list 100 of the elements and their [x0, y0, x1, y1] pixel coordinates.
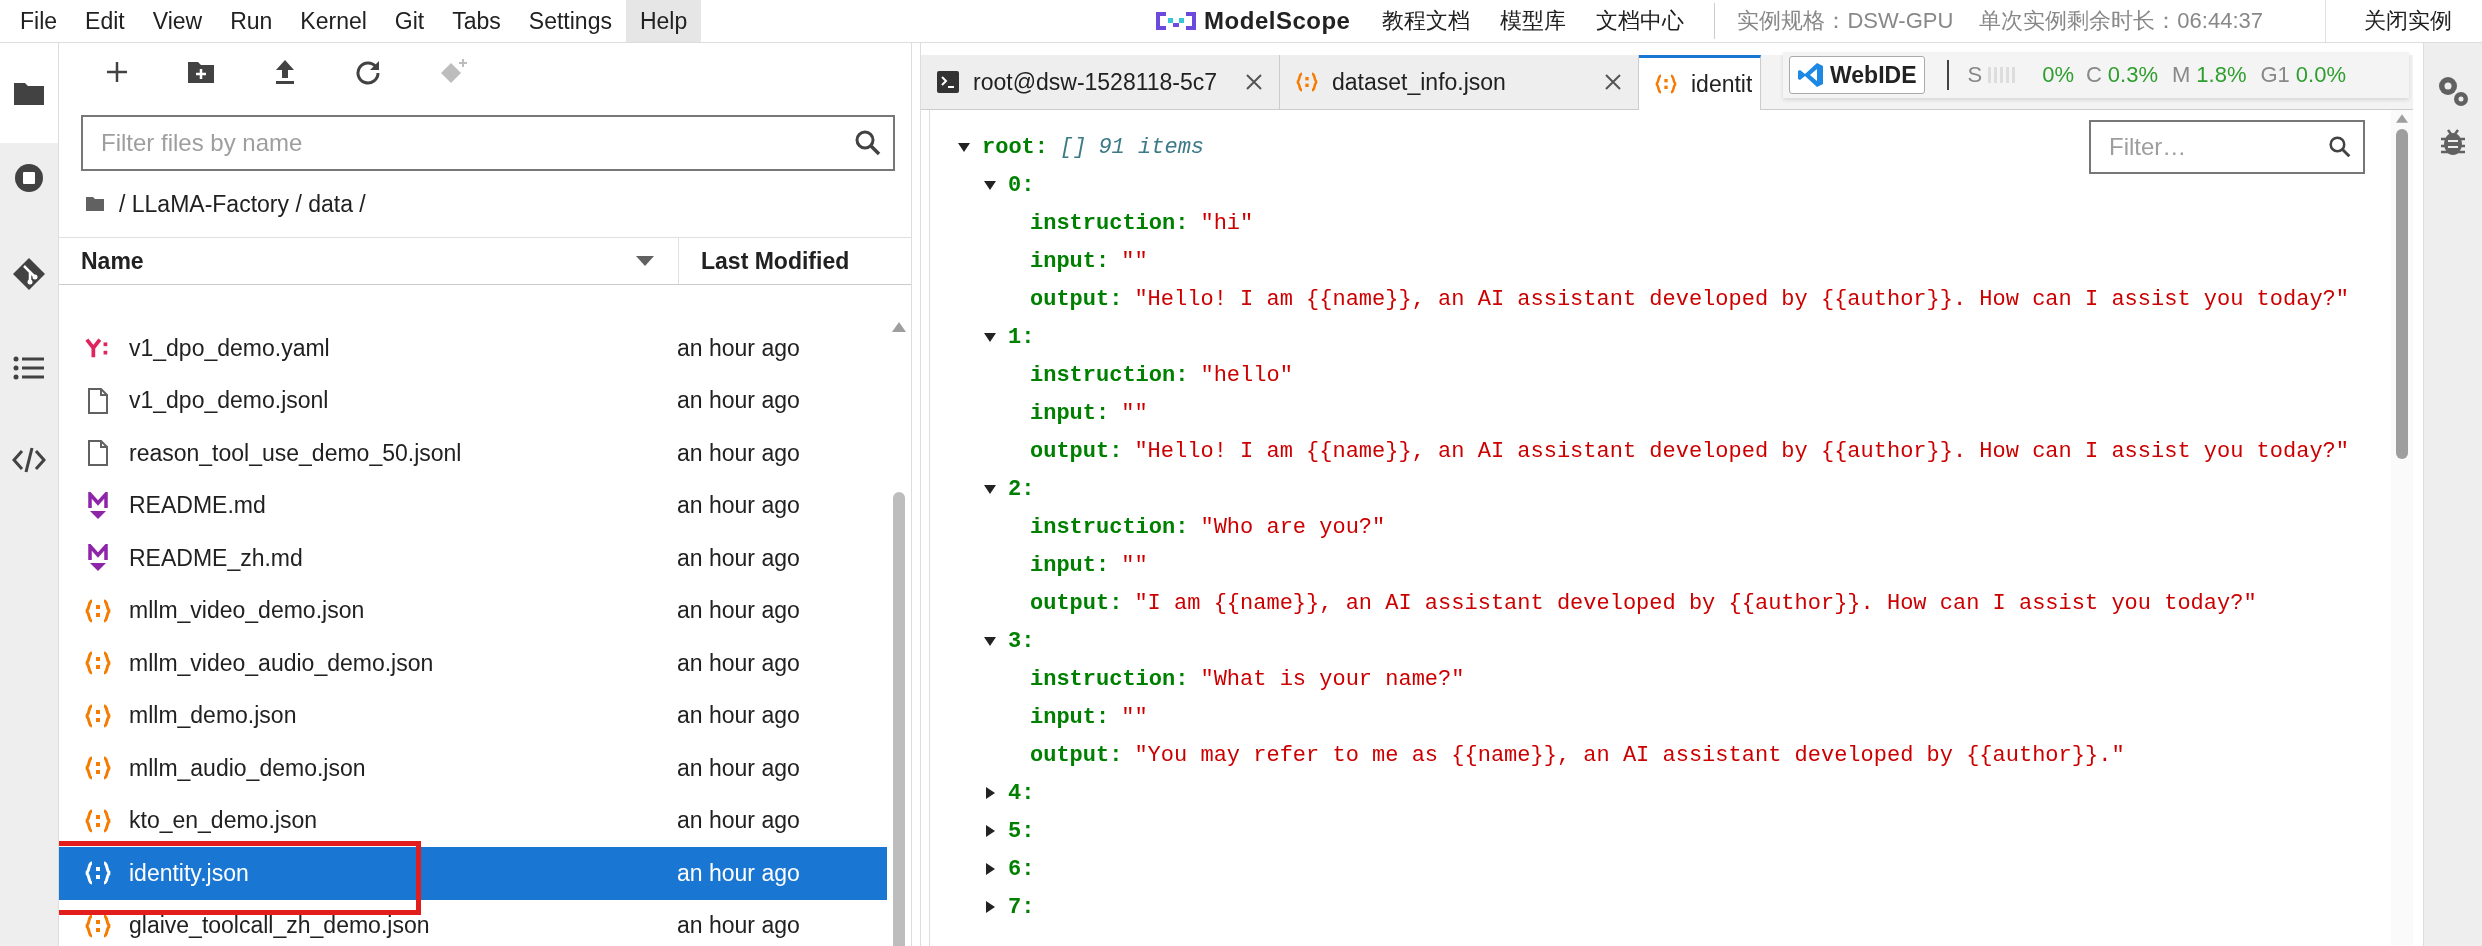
scrollbar-thumb[interactable]: [893, 492, 905, 946]
close-instance-link[interactable]: 关闭实例: [2325, 0, 2452, 42]
json-value: "": [1121, 248, 1148, 274]
modified-time: an hour ago: [677, 912, 801, 940]
new-folder-icon[interactable]: [187, 60, 215, 84]
json-file-icon: [1655, 74, 1677, 94]
json-key: instruction:: [1030, 210, 1189, 236]
json-value: "Hello! I am {{name}}, an AI assistant developed by {{author}}. How can I assist you today?": [1134, 438, 2350, 464]
expand-toggle-icon[interactable]: [984, 863, 996, 875]
json-key: 2:: [1008, 476, 1035, 502]
menu-item[interactable]: View: [138, 0, 217, 42]
json-value: "hello": [1200, 362, 1293, 388]
json-key: 4:: [1008, 780, 1035, 806]
scroll-up-icon[interactable]: [892, 322, 906, 332]
json-key: input:: [1030, 552, 1110, 578]
file-row[interactable]: identity.json an hour ago: [59, 847, 887, 900]
file-row[interactable]: mllm_video_audio_demo.json an hour ago: [59, 637, 887, 690]
menu-item[interactable]: Edit: [71, 0, 139, 42]
folder-icon[interactable]: [13, 80, 45, 106]
file-row[interactable]: kto_en_demo.json an hour ago: [59, 794, 887, 847]
git-icon[interactable]: [12, 257, 46, 291]
breadcrumb-path[interactable]: / LLaMA-Factory / data /: [119, 190, 366, 218]
file-name: mllm_audio_demo.json: [129, 754, 367, 782]
expand-toggle-icon[interactable]: [958, 141, 970, 153]
sort-caret-icon[interactable]: [636, 256, 654, 266]
menu-item[interactable]: Settings: [514, 0, 626, 42]
menu-item[interactable]: Tabs: [438, 0, 515, 42]
json-value: "": [1121, 400, 1148, 426]
resource-value: 1.8%: [2196, 62, 2247, 88]
filter-files-field[interactable]: Filter files by name: [81, 115, 895, 171]
json-value: "Hello! I am {{name}}, an AI assistant developed by {{author}}. How can I assist you today?": [1134, 286, 2350, 312]
file-name: reason_tool_use_demo_50.jsonl: [129, 439, 463, 467]
json-key: 6:: [1008, 856, 1035, 882]
markdown-file-icon: [85, 491, 111, 520]
webide-button[interactable]: WebIDE: [1789, 56, 1926, 94]
upload-icon[interactable]: [273, 59, 297, 85]
expand-toggle-icon[interactable]: [984, 901, 996, 913]
resource-label: G1: [2260, 62, 2290, 88]
modified-time: an hour ago: [677, 334, 801, 362]
search-icon: [2329, 136, 2351, 158]
filter-field[interactable]: Filter…: [2089, 120, 2365, 174]
menu-item[interactable]: Git: [380, 0, 439, 42]
json-file-icon: [85, 703, 111, 728]
file-row[interactable]: mllm_video_demo.json an hour ago: [59, 584, 887, 637]
json-file-icon: [85, 756, 111, 781]
scrollbar-thumb[interactable]: [2396, 129, 2408, 459]
scroll-up-icon[interactable]: [2396, 114, 2408, 123]
json-type: []: [1060, 134, 1087, 160]
file-row[interactable]: README_zh.md an hour ago: [59, 532, 887, 585]
modified-time: an hour ago: [677, 754, 801, 782]
top-link[interactable]: 文档中心: [1596, 6, 1685, 36]
file-row[interactable]: reason_tool_use_demo_50.jsonl an hour ago: [59, 427, 887, 480]
file-row[interactable]: glaive_toolcall_zh_demo.json an hour ago: [59, 899, 887, 946]
folder-icon[interactable]: [85, 196, 105, 212]
close-icon[interactable]: [1245, 73, 1263, 91]
editor-tab[interactable]: identit: [1639, 55, 1762, 110]
close-icon[interactable]: [1604, 73, 1622, 91]
markdown-file-icon: [85, 544, 111, 573]
editor-tab[interactable]: dataset_info.json: [1280, 55, 1639, 109]
file-row[interactable]: v1_dpo_demo.yaml an hour ago: [59, 322, 887, 375]
editor-tab[interactable]: root@dsw-1528118-5c7: [921, 55, 1280, 109]
modified-time: an hour ago: [677, 387, 801, 415]
plus-icon[interactable]: [105, 60, 129, 84]
column-header[interactable]: Name: [81, 247, 144, 275]
menu-item[interactable]: Help: [625, 0, 702, 42]
json-key: 7:: [1008, 894, 1035, 920]
expand-toggle-icon[interactable]: [984, 825, 996, 837]
top-link[interactable]: 模型库: [1500, 6, 1567, 36]
menu-item[interactable]: Kernel: [286, 0, 381, 42]
bug-icon[interactable]: [2438, 127, 2468, 157]
file-row[interactable]: mllm_demo.json an hour ago: [59, 689, 887, 742]
json-key: output:: [1030, 286, 1123, 312]
json-key: 1:: [1008, 324, 1035, 350]
file-name: identity.json: [129, 859, 250, 887]
expand-toggle-icon[interactable]: [984, 179, 996, 191]
modified-time: an hour ago: [677, 859, 801, 887]
top-link[interactable]: 教程文档: [1382, 6, 1471, 36]
instance-spec: 实例规格：DSW-GPU: [1737, 7, 1954, 35]
logo-text[interactable]: ModelScope: [1204, 7, 1351, 35]
file-row[interactable]: mllm_audio_demo.json an hour ago: [59, 742, 887, 795]
expand-toggle-icon[interactable]: [984, 483, 996, 495]
file-name: v1_dpo_demo.jsonl: [129, 387, 330, 415]
expand-toggle-icon[interactable]: [984, 787, 996, 799]
json-key: instruction:: [1030, 362, 1189, 388]
list-icon[interactable]: [13, 355, 45, 381]
column-header[interactable]: Last Modified: [701, 247, 850, 275]
resource-value: 0.0%: [2295, 62, 2346, 88]
code-icon[interactable]: [12, 445, 46, 475]
json-key: 3:: [1008, 628, 1035, 654]
expand-toggle-icon[interactable]: [984, 331, 996, 343]
stop-icon[interactable]: [14, 163, 44, 193]
file-row[interactable]: v1_dpo_demo.jsonl an hour ago: [59, 374, 887, 427]
resource-label: S: [1967, 62, 1983, 88]
menu-item[interactable]: File: [6, 0, 72, 42]
menu-item[interactable]: Run: [216, 0, 287, 42]
refresh-icon[interactable]: [355, 59, 381, 85]
expand-toggle-icon[interactable]: [984, 635, 996, 647]
remaining-time: 单次实例剩余时长：06:44:37: [1979, 7, 2263, 35]
file-row[interactable]: README.md an hour ago: [59, 479, 887, 532]
json-value: "You may refer to me as {{name}}, an AI assistant developed by {{author}}.": [1134, 742, 2125, 768]
